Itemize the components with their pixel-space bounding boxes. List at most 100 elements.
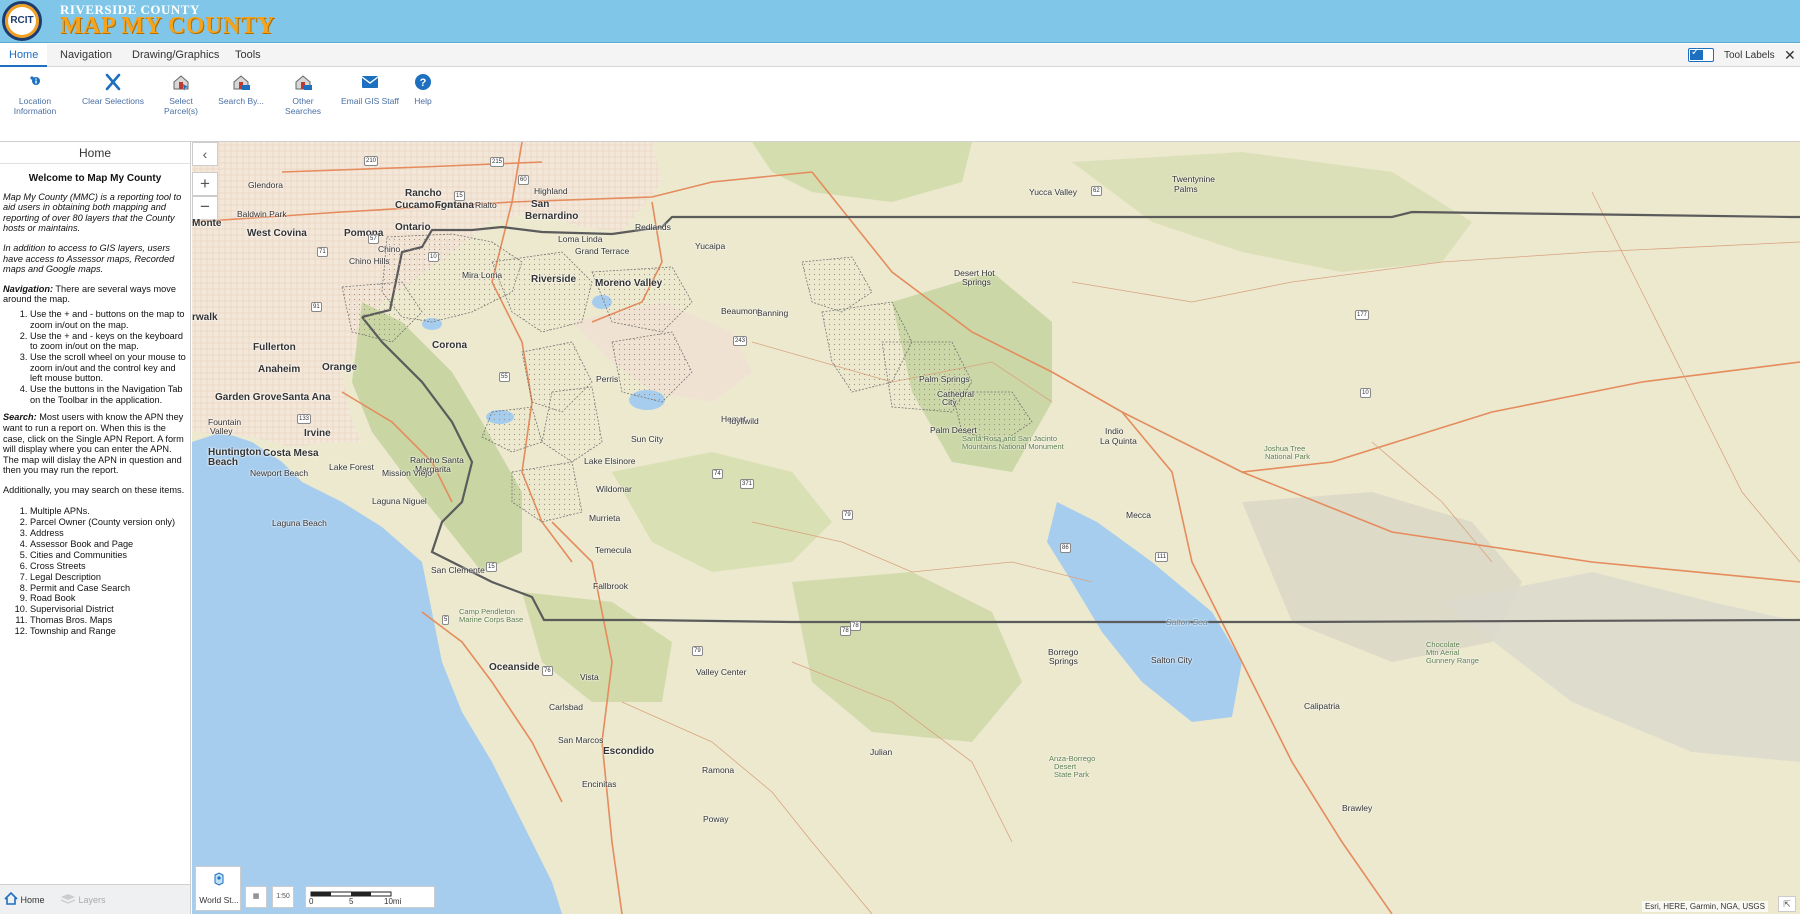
basemap-gallery-button[interactable]: World St... — [195, 866, 241, 911]
footer-layers-label: Layers — [78, 895, 106, 905]
map-view[interactable]: ‹ + − World St... ▦ 1:50 0 5 10mi Esri, … — [192, 142, 1800, 914]
highway-shield: 55 — [499, 372, 510, 382]
intro-text: Map My County (MMC) is a reporting tool … — [3, 191, 182, 234]
intro-paragraph: Map My County (MMC) is a reporting tool … — [3, 192, 187, 234]
place-label: Glendora — [248, 180, 283, 190]
place-label: Indio — [1105, 426, 1124, 436]
check-icon: ✓ — [1691, 47, 1700, 58]
app-title: MAP MY COUNTY — [60, 13, 275, 39]
place-label: Loma Linda — [558, 234, 603, 244]
highway-shield: 60 — [518, 175, 529, 185]
place-label: Redlands — [635, 222, 671, 232]
access-paragraph: In addition to access to GIS layers, use… — [3, 243, 187, 275]
search-by-button[interactable]: Search By... — [218, 72, 264, 106]
highway-shield: 91 — [311, 302, 322, 312]
email-gis-staff-button[interactable]: Email GIS Staff — [341, 72, 399, 106]
ribbon-toolbar: Location Information Clear Selections Sel… — [0, 68, 1800, 142]
place-label: Wildomar — [596, 484, 632, 494]
place-label: Carlsbad — [549, 702, 584, 712]
tab-tools[interactable]: Tools — [235, 44, 261, 67]
search-paragraph: Search: Most users with know the APN the… — [3, 412, 187, 476]
highway-shield: 79 — [692, 646, 703, 656]
highway-shield: 111 — [1155, 552, 1169, 562]
place-label: Sun City — [631, 434, 664, 444]
other-searches-button[interactable]: Other Searches — [274, 72, 332, 116]
place-label: Yucca Valley — [1029, 187, 1078, 197]
ribbon-label-line1: Location — [18, 96, 52, 106]
ribbon-label: Select Parcel(s) — [163, 96, 198, 116]
tab-drawing-graphics[interactable]: Drawing/Graphics — [132, 44, 219, 67]
place-label: Corona — [432, 340, 467, 351]
place-label: Mountains National Monument — [962, 442, 1064, 451]
footer-home-tab[interactable]: Home — [4, 885, 45, 914]
place-label: Garden Grove — [215, 392, 282, 403]
place-label: Rancho — [405, 188, 442, 199]
place-label: City — [942, 397, 957, 407]
rcit-logo: RCIT — [2, 1, 42, 41]
welcome-heading: Welcome to Map My County — [28, 173, 162, 184]
place-label: West Covina — [247, 228, 307, 239]
list-item: Thomas Bros. Maps — [30, 615, 187, 626]
place-label: Julian — [870, 747, 893, 757]
help-button[interactable]: ? Help — [408, 72, 438, 106]
place-label: Irvine — [304, 428, 331, 439]
tool-labels-toggle[interactable]: ✓ — [1688, 47, 1714, 62]
list-item: Use the buttons in the Navigation Tab on… — [30, 384, 187, 405]
collapse-panel-button[interactable]: ‹ — [192, 142, 218, 166]
place-label: Palms — [1174, 184, 1198, 194]
basemap-label: World St... — [199, 895, 239, 905]
select-parcels-button[interactable]: Select Parcel(s) — [152, 72, 210, 116]
place-label: Mecca — [1126, 510, 1152, 520]
email-icon — [361, 76, 379, 88]
location-information-button[interactable]: Location Information — [10, 72, 60, 116]
place-label: Salton City — [1151, 655, 1193, 665]
navigation-paragraph: Navigation: There are several ways move … — [3, 284, 187, 305]
place-label: Temecula — [595, 545, 632, 555]
highway-shield: 78 — [850, 621, 861, 631]
highway-shield: 177 — [1355, 310, 1370, 320]
tab-navigation[interactable]: Navigation — [60, 44, 112, 67]
additional-paragraph: Additionally, you may search on these it… — [3, 485, 185, 496]
close-toolbar-button[interactable]: ✕ — [1784, 44, 1796, 67]
place-label: Ontario — [395, 222, 431, 233]
place-label: Yucaipa — [695, 241, 726, 251]
highway-shield: 133 — [297, 414, 312, 424]
highway-shield: 15 — [454, 191, 465, 201]
place-label: State Park — [1054, 770, 1090, 779]
logo-text: RCIT — [10, 15, 34, 26]
place-label: Chino Hills — [349, 256, 390, 266]
scale-label-5: 5 — [349, 897, 354, 906]
place-label: Lake Elsinore — [584, 456, 636, 466]
place-label: Beaumont — [721, 306, 760, 316]
map-attribution: Esri, HERE, Garmin, NGA, USGS — [1641, 901, 1768, 912]
list-item: Supervisorial District — [30, 604, 187, 615]
footer-layers-tab[interactable]: Layers — [60, 885, 106, 914]
other-searches-icon — [295, 75, 312, 90]
place-label: Rialto — [475, 200, 497, 210]
scale-toggle-button[interactable]: 1:50 — [272, 886, 294, 908]
place-label: Moreno Valley — [595, 278, 663, 289]
app-header: RCIT RIVERSIDE COUNTY MAP MY COUNTY — [0, 0, 1800, 43]
tab-home[interactable]: Home — [0, 44, 48, 67]
clear-selections-button[interactable]: Clear Selections — [82, 72, 144, 106]
expand-map-button[interactable]: ⇱ — [1778, 896, 1796, 912]
grid-toggle-button[interactable]: ▦ — [245, 886, 267, 908]
place-label: National Park — [1265, 452, 1311, 461]
home-panel: Home Welcome to Map My County Map My Cou… — [0, 142, 191, 914]
place-label: Twentynine — [1172, 174, 1215, 184]
place-label: Perris — [596, 374, 619, 384]
panel-title: Home — [0, 142, 190, 164]
zoom-out-button[interactable]: − — [192, 196, 218, 220]
highway-shield: 10 — [1360, 388, 1371, 398]
place-label: Brawley — [1342, 803, 1373, 813]
highway-shield: 15 — [486, 562, 497, 572]
location-info-icon — [30, 76, 40, 85]
highway-shield: 371 — [740, 479, 755, 489]
scale-bar-graphic — [310, 891, 392, 897]
access-text: In addition to access to GIS layers, use… — [3, 242, 175, 275]
place-label: Murrieta — [589, 513, 621, 523]
place-label: Gunnery Range — [1426, 656, 1479, 665]
search-label: Search: — [3, 412, 37, 423]
list-item: Cities and Communities — [30, 550, 187, 561]
zoom-in-button[interactable]: + — [192, 172, 218, 196]
